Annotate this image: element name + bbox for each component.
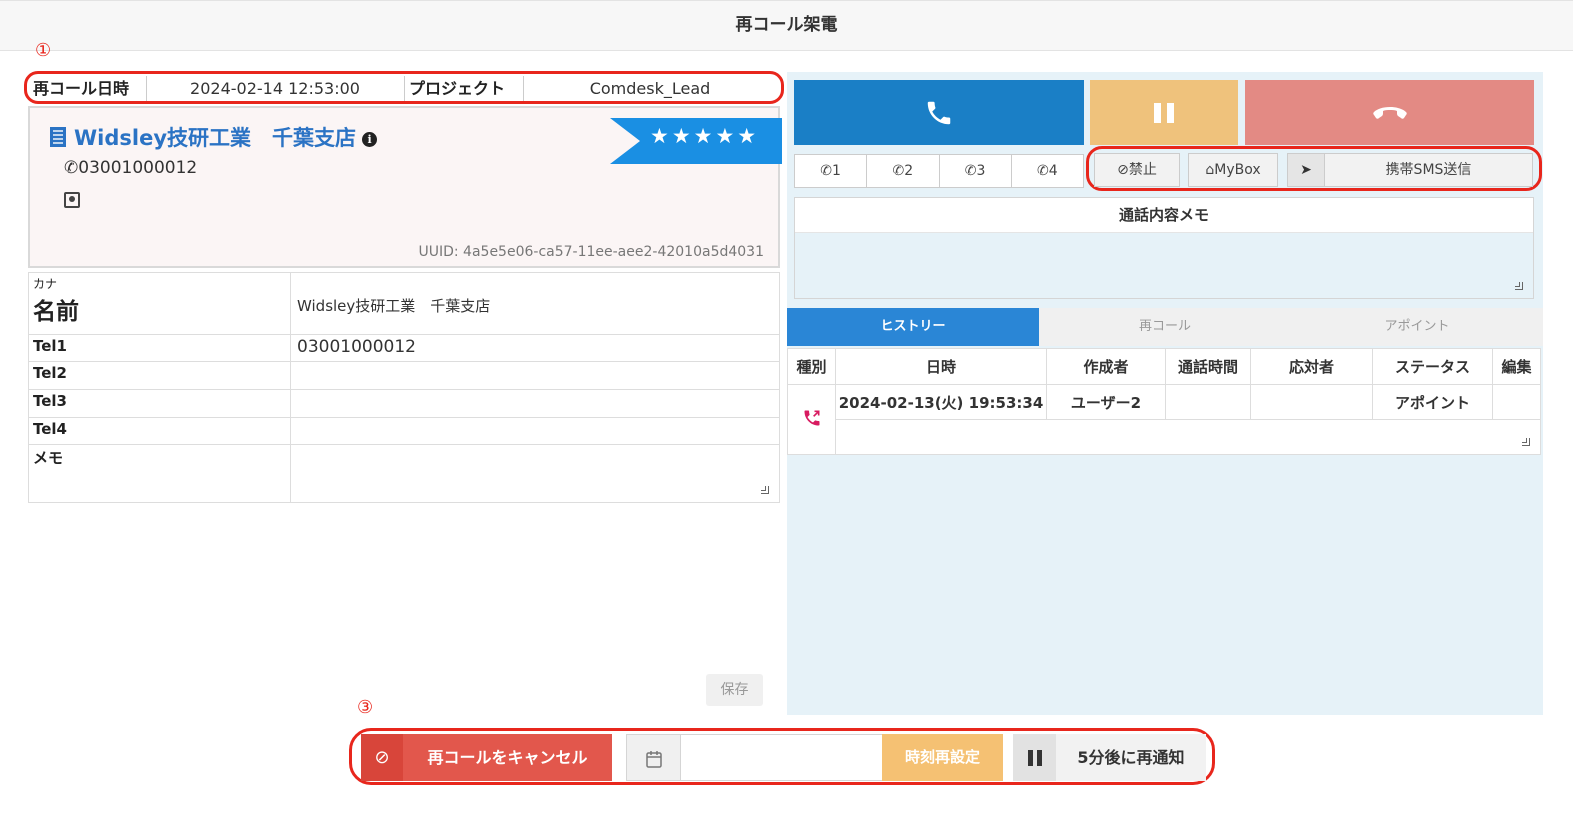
recall-datetime-value: 2024-02-14 12:53:00 bbox=[190, 79, 360, 98]
history-status: アポイント bbox=[1372, 384, 1493, 420]
call-memo-box: 通話内容メモ bbox=[794, 197, 1534, 299]
phone-icon: ✆ bbox=[64, 158, 79, 178]
tel4-label: Tel4 bbox=[28, 417, 291, 445]
snooze-5min-button[interactable]: 5分後に再通知 bbox=[1056, 734, 1206, 781]
tel3-value[interactable] bbox=[290, 389, 780, 418]
table-row[interactable]: 2024-02-13(火) 19:53:34 ユーザー2 アポイント bbox=[787, 384, 1541, 455]
call-memo-textarea[interactable] bbox=[795, 233, 1533, 298]
forbid-icon: ⊘ bbox=[1117, 162, 1129, 178]
pause-icon bbox=[1027, 749, 1042, 766]
col-edit: 編集 bbox=[1492, 348, 1541, 385]
snooze-pause-icon[interactable] bbox=[1013, 734, 1056, 781]
name-label: 名前 bbox=[33, 299, 79, 325]
tab-history[interactable]: ヒストリー bbox=[787, 308, 1039, 346]
company-phone: ✆03001000012 bbox=[64, 158, 197, 178]
project-label: プロジェクト bbox=[409, 79, 506, 98]
history-edit[interactable] bbox=[1492, 384, 1541, 420]
history-duration bbox=[1165, 384, 1251, 420]
pause-icon bbox=[1154, 102, 1174, 123]
calendar-icon[interactable] bbox=[626, 734, 681, 781]
col-datetime: 日時 bbox=[835, 348, 1047, 385]
project-value: Comdesk_Lead bbox=[589, 79, 711, 98]
history-datetime: 2024-02-13(火) 19:53:34 bbox=[835, 384, 1047, 420]
company-phone-number: 03001000012 bbox=[78, 158, 198, 178]
contact-details-table: カナ 名前 Widsley技研工業 千葉支店 Tel1 03001000012 … bbox=[28, 272, 780, 503]
resize-handle-icon[interactable] bbox=[761, 486, 769, 494]
col-creator: 作成者 bbox=[1046, 348, 1166, 385]
company-name-link[interactable]: Widsley技研工業 千葉支店 i bbox=[50, 122, 378, 152]
tel2-label: Tel2 bbox=[28, 361, 291, 390]
tab-recall[interactable]: 再コール bbox=[1039, 308, 1291, 346]
col-responder: 応対者 bbox=[1250, 348, 1373, 385]
building-icon bbox=[50, 127, 66, 147]
history-responder bbox=[1250, 384, 1373, 420]
call-panel: ✆1 ✆2 ✆3 ✆4 ⊘禁止 ⌂MyBox ➤ 携帯SMS送信 通話内容メモ … bbox=[787, 72, 1543, 715]
calendar-glyph bbox=[645, 750, 662, 768]
memo-label: メモ bbox=[28, 444, 291, 503]
inbox-icon: ⌂ bbox=[1205, 162, 1215, 178]
recall-date-input[interactable] bbox=[680, 734, 883, 781]
tel-select-group: ✆1 ✆2 ✆3 ✆4 bbox=[794, 154, 1084, 188]
history-memo-textarea[interactable] bbox=[835, 419, 1541, 455]
outgoing-call-icon bbox=[804, 410, 819, 425]
tel3-label: Tel3 bbox=[28, 389, 291, 418]
tab-appointment[interactable]: アポイント bbox=[1291, 308, 1543, 346]
window-title: 再コール架電 bbox=[0, 0, 1573, 51]
sms-send-button[interactable]: 携帯SMS送信 bbox=[1324, 153, 1533, 187]
company-name: Widsley技研工業 千葉支店 bbox=[74, 126, 357, 150]
history-table: 種別 日時 作成者 通話時間 応対者 ステータス 編集 2024-02-13(火… bbox=[787, 348, 1541, 455]
tel4-value[interactable] bbox=[290, 417, 780, 445]
hangup-button[interactable] bbox=[1245, 80, 1534, 145]
tel1-value[interactable]: 03001000012 bbox=[290, 334, 780, 362]
resize-handle-icon[interactable] bbox=[1522, 438, 1530, 446]
tel3-button[interactable]: ✆3 bbox=[938, 154, 1012, 188]
rating-stars[interactable]: ★★★★★ bbox=[650, 124, 759, 148]
recall-datetime-label: 再コール日時 bbox=[33, 79, 130, 98]
col-status: ステータス bbox=[1372, 348, 1493, 385]
hold-button[interactable] bbox=[1090, 80, 1238, 145]
col-duration: 通話時間 bbox=[1165, 348, 1251, 385]
reset-time-button[interactable]: 時刻再設定 bbox=[882, 734, 1003, 781]
kana-label: カナ bbox=[33, 277, 58, 291]
col-type: 種別 bbox=[787, 348, 836, 385]
call-memo-title: 通話内容メモ bbox=[795, 198, 1533, 233]
phone-icon bbox=[927, 101, 951, 124]
tel4-button[interactable]: ✆4 bbox=[1010, 154, 1084, 188]
history-creator: ユーザー2 bbox=[1046, 384, 1166, 420]
tel1-button[interactable]: ✆1 bbox=[794, 154, 868, 188]
divider bbox=[404, 76, 405, 101]
cancel-icon[interactable]: ⊘ bbox=[361, 734, 403, 781]
tel2-value[interactable] bbox=[290, 361, 780, 390]
annotation-marker-3: ③ bbox=[357, 697, 374, 718]
history-tabs: ヒストリー 再コール アポイント bbox=[787, 308, 1543, 346]
forbid-button[interactable]: ⊘禁止 bbox=[1094, 153, 1180, 187]
company-card: Widsley技研工業 千葉支店 i ✆03001000012 ★★★★★ UUI… bbox=[28, 106, 782, 268]
tel1-label: Tel1 bbox=[28, 334, 291, 362]
resize-handle-icon[interactable] bbox=[1515, 282, 1523, 290]
name-value[interactable]: Widsley技研工業 千葉支店 bbox=[290, 272, 780, 335]
mybox-button[interactable]: ⌂MyBox bbox=[1188, 153, 1278, 187]
cancel-recall-button[interactable]: 再コールをキャンセル bbox=[403, 734, 612, 781]
call-type-cell bbox=[787, 384, 836, 455]
uuid-text: UUID: 4a5e5e06-ca57-11ee-aee2-42010a5d40… bbox=[418, 244, 764, 260]
annotation-marker-1: ① bbox=[35, 40, 52, 61]
info-icon[interactable]: i bbox=[362, 132, 378, 147]
tel2-button[interactable]: ✆2 bbox=[866, 154, 940, 188]
memo-textarea[interactable] bbox=[290, 444, 780, 503]
hangup-icon bbox=[1372, 106, 1407, 119]
map-icon[interactable] bbox=[64, 192, 80, 208]
name-label-cell: カナ 名前 bbox=[28, 272, 291, 335]
save-button[interactable]: 保存 bbox=[706, 674, 763, 706]
send-icon[interactable]: ➤ bbox=[1287, 153, 1325, 187]
call-button[interactable] bbox=[794, 80, 1084, 145]
recall-info-bar: 再コール日時 2024-02-14 12:53:00 プロジェクト Comdes… bbox=[24, 71, 784, 104]
